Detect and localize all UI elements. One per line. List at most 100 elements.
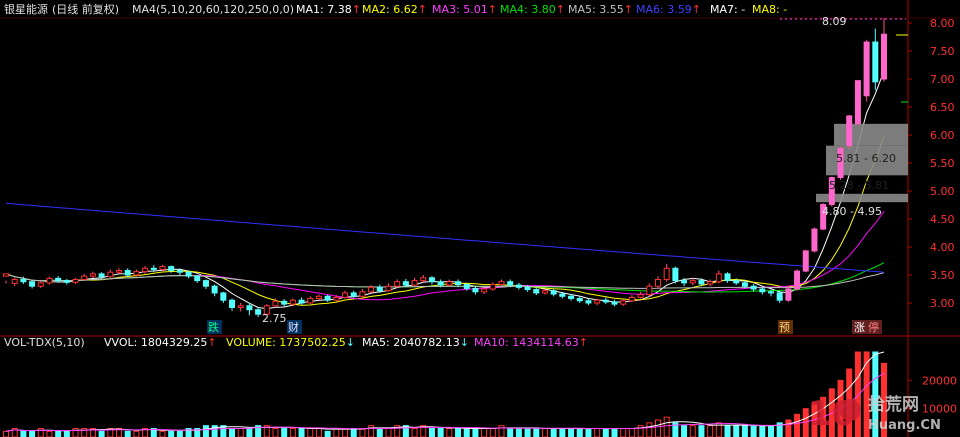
marker-yu[interactable]: 预 [779,321,790,334]
candle-body[interactable] [89,273,96,277]
candle-body[interactable] [515,284,522,288]
volume-bar[interactable] [176,430,183,437]
marker-ting[interactable]: 停 [868,320,879,334]
candle-body[interactable] [507,281,514,286]
volume-bar[interactable] [307,428,314,437]
candle-body[interactable] [846,115,853,147]
candle-body[interactable] [420,277,427,282]
volume-bar[interactable] [698,425,705,437]
volume-bar[interactable] [854,351,861,437]
volume-bar[interactable] [124,430,131,437]
volume-bar[interactable] [20,430,27,437]
candle-body[interactable] [472,287,479,293]
candle-body[interactable] [11,278,18,284]
candle-body[interactable] [437,281,444,286]
volume-bar[interactable] [654,419,661,437]
volume-bar[interactable] [46,430,53,437]
candle-body[interactable] [524,286,531,291]
volume-bar[interactable] [507,428,514,437]
candle-body[interactable] [281,300,288,305]
candle-body[interactable] [3,273,9,277]
candle-body[interactable] [46,277,53,284]
volume-bar[interactable] [359,428,366,437]
candle-body[interactable] [81,275,88,280]
candle-body[interactable] [741,282,748,287]
candle-body[interactable] [272,300,279,307]
candle-body[interactable] [411,280,418,286]
volume-bar[interactable] [168,430,175,437]
candle-body[interactable] [333,296,340,301]
candle-body[interactable] [446,281,453,286]
volume-bars[interactable] [3,351,887,437]
volume-bar[interactable] [324,430,331,437]
volume-bar[interactable] [29,430,36,437]
volume-bar[interactable] [229,428,236,437]
candle-body[interactable] [220,292,227,301]
candle-body[interactable] [463,284,470,289]
candle-body[interactable] [863,41,870,97]
candle-body[interactable] [576,298,583,302]
candle-body[interactable] [498,281,505,286]
volume-bar[interactable] [368,425,375,437]
volume-bar[interactable] [385,428,392,437]
candle-body[interactable] [559,293,566,297]
candle-body[interactable] [402,281,409,286]
volume-bar[interactable] [289,428,296,437]
candle-body[interactable] [489,284,496,290]
volume-bar[interactable] [663,416,670,437]
volume-bar[interactable] [446,428,453,437]
volume-bar[interactable] [342,428,349,437]
candle-body[interactable] [150,267,157,270]
candle-body[interactable] [585,300,592,304]
volume-bar[interactable] [689,425,696,437]
marker-zhang[interactable]: 涨 [854,321,865,334]
volume-bar[interactable] [63,430,70,437]
volume-bar[interactable] [237,428,244,437]
volume-bar[interactable] [98,430,105,437]
volume-bar[interactable] [785,419,792,437]
candle-body[interactable] [428,277,435,283]
volume-bar[interactable] [733,425,740,437]
candle-body[interactable] [620,300,627,305]
volume-bar[interactable] [515,428,522,437]
volume-bar[interactable] [272,428,279,437]
candle-body[interactable] [185,271,192,277]
volume-bar[interactable] [681,425,688,437]
candle-body[interactable] [568,295,575,300]
volume-bar[interactable] [794,413,801,437]
vol-indicator-label[interactable]: VOL-TDX(5,10) [4,336,85,349]
candle-body[interactable] [376,286,383,292]
candlestick-series[interactable] [3,17,887,317]
candle-body[interactable] [628,296,635,302]
volume-bar[interactable] [541,428,548,437]
candle-body[interactable] [594,299,601,304]
candle-body[interactable] [202,280,209,287]
volume-bar[interactable] [568,428,575,437]
volume-bar[interactable] [437,428,444,437]
candle-body[interactable] [368,286,375,293]
candle-body[interactable] [385,285,392,292]
candle-body[interactable] [455,281,462,286]
volume-bar[interactable] [533,428,540,437]
candle-body[interactable] [107,271,114,278]
candle-body[interactable] [776,292,783,301]
volume-bar[interactable] [281,428,288,437]
volume-bar[interactable] [559,428,566,437]
candle-body[interactable] [289,299,296,305]
volume-bar[interactable] [55,430,62,437]
candle-body[interactable] [307,298,314,304]
candle-body[interactable] [359,291,366,297]
ma-indicator-label[interactable]: MA4(5,10,20,60,120,250,0,0) [132,3,294,16]
candle-body[interactable] [29,281,36,287]
volume-bar[interactable] [724,425,731,437]
candle-body[interactable] [229,299,236,308]
candle-body[interactable] [246,305,253,311]
candle-body[interactable] [533,289,540,294]
volume-bar[interactable] [524,428,531,437]
candle-body[interactable] [733,280,740,284]
candle-body[interactable] [481,288,488,293]
candle-body[interactable] [689,280,696,284]
candle-body[interactable] [811,228,818,252]
candle-body[interactable] [602,299,609,303]
volume-bar[interactable] [741,425,748,437]
